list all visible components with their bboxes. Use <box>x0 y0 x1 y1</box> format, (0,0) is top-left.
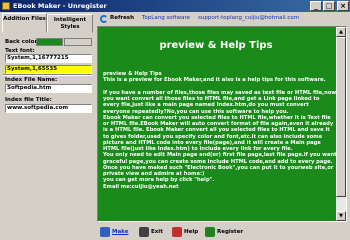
toolbar: Refresh TopLang software support-toplang… <box>97 13 350 26</box>
exit-button[interactable]: Exit <box>139 227 169 238</box>
index-file-name-label: Index File Name: <box>5 77 58 83</box>
back-color-label: Back color: <box>5 39 40 45</box>
refresh-button[interactable]: Refresh <box>110 15 134 21</box>
close-button[interactable]: × <box>337 1 349 11</box>
bottom-toolbar: Make Exit Help Register <box>97 224 350 240</box>
exit-label: Exit <box>151 229 163 235</box>
settings-panel: Back color: Text font: System,1,16777215… <box>0 33 95 224</box>
window-title: EBook Maker - Unregister <box>13 2 107 10</box>
tab-intelligent-styles[interactable]: Intelligent Styles <box>47 14 93 33</box>
scroll-thumb[interactable] <box>336 37 346 197</box>
register-label: Register <box>217 229 244 235</box>
preview-body-text: preview & Help Tips This is a preview fo… <box>103 71 337 190</box>
app-book-icon <box>2 2 10 10</box>
back-color-picker-button[interactable] <box>64 38 92 46</box>
make-button[interactable]: Make <box>100 227 134 238</box>
index-file-name-field[interactable]: Softpedia.htm <box>5 84 92 93</box>
register-button[interactable]: Register <box>205 227 253 238</box>
scroll-down-arrow-icon[interactable]: ▼ <box>336 211 346 221</box>
toplang-software-link[interactable]: TopLang software <box>142 15 190 21</box>
index-file-title-label: Index file Title: <box>5 97 52 103</box>
title-font-field[interactable]: System,1,65535 <box>5 65 92 74</box>
vertical-scrollbar[interactable]: ▲ ▼ <box>336 27 346 221</box>
register-key-icon <box>205 227 215 237</box>
index-file-title-field[interactable]: www.softpedia.com <box>5 104 92 113</box>
help-label: Help <box>184 229 199 235</box>
preview-heading: preview & Help Tips <box>159 40 273 51</box>
title-bar: EBook Maker - Unregister _ □ × <box>0 0 350 12</box>
back-color-swatch[interactable] <box>36 38 63 46</box>
make-label: Make <box>112 229 129 235</box>
preview-pane: preview & Help Tips preview & Help Tips … <box>97 26 347 222</box>
help-button[interactable]: Help <box>172 227 204 238</box>
tab-strip: Addition Files Intelligent Styles <box>0 13 95 33</box>
minimize-button[interactable]: _ <box>310 1 322 11</box>
refresh-icon[interactable] <box>100 15 108 23</box>
scroll-up-arrow-icon[interactable]: ▲ <box>336 27 346 37</box>
text-font-field[interactable]: System,1,16777215 <box>5 54 92 63</box>
make-icon <box>100 227 110 237</box>
help-book-icon <box>172 227 182 237</box>
divider <box>3 74 92 76</box>
maximize-button[interactable]: □ <box>323 1 335 11</box>
tab-addition-files[interactable]: Addition Files <box>2 13 47 33</box>
support-email-link[interactable]: support-toplang_cuijiu@hotmail.com <box>198 15 299 21</box>
exit-door-icon <box>139 227 149 237</box>
